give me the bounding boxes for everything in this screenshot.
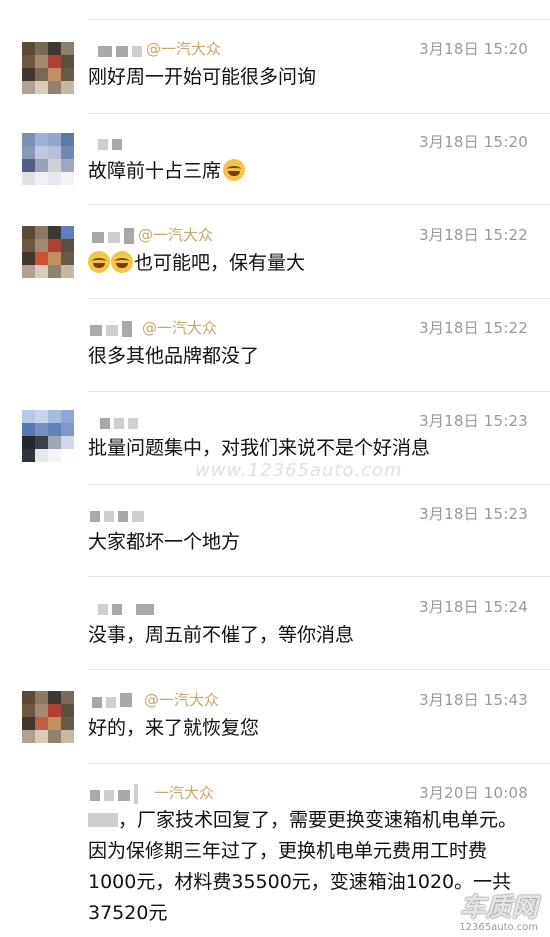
timestamp: 3月18日 15:20 bbox=[419, 133, 528, 151]
divider bbox=[88, 391, 550, 392]
timestamp: 3月18日 15:22 bbox=[419, 226, 528, 244]
mention-tag[interactable]: @一汽大众 bbox=[142, 317, 217, 338]
divider bbox=[88, 113, 550, 114]
timestamp: 3月18日 15:24 bbox=[419, 598, 528, 616]
message-body: 故障前十占三席 bbox=[88, 160, 222, 182]
timestamp: 3月20日 10:08 bbox=[419, 784, 528, 802]
avatar[interactable] bbox=[22, 42, 74, 94]
message-text: 故障前十占三席 bbox=[88, 157, 528, 185]
redacted-name bbox=[88, 813, 118, 827]
watermark: www.12365auto.com bbox=[195, 460, 403, 481]
site-logo: 车质网 12365auto.com bbox=[459, 893, 538, 933]
divider bbox=[88, 484, 550, 485]
timestamp: 3月18日 15:23 bbox=[419, 505, 528, 523]
message-text: 也可能吧，保有量大 bbox=[88, 249, 528, 277]
mention-tag[interactable]: @一汽大众 bbox=[144, 689, 219, 710]
divider bbox=[88, 298, 550, 299]
avatar[interactable] bbox=[22, 410, 74, 462]
message-text: 好的，来了就恢复您 bbox=[88, 717, 260, 739]
message-text: 很多其他品牌都没了 bbox=[88, 345, 260, 367]
laugh-cry-emoji-icon bbox=[88, 251, 110, 273]
timestamp: 3月18日 15:23 bbox=[419, 412, 528, 430]
avatar[interactable] bbox=[22, 226, 74, 278]
mention-tag[interactable]: @一汽大众 bbox=[146, 38, 221, 59]
timestamp: 3月18日 15:43 bbox=[419, 691, 528, 709]
divider bbox=[88, 204, 550, 205]
mention-tag[interactable]: 一汽大众 bbox=[154, 782, 214, 803]
message-text: 大家都坏一个地方 bbox=[88, 531, 241, 553]
message-text: 刚好周一开始可能很多问询 bbox=[88, 66, 317, 88]
divider bbox=[88, 669, 550, 670]
message-text: 没事，周五前不催了，等你消息 bbox=[88, 624, 355, 646]
avatar[interactable] bbox=[22, 691, 74, 743]
timestamp: 3月18日 15:22 bbox=[419, 319, 528, 337]
divider bbox=[88, 763, 550, 764]
divider bbox=[88, 576, 550, 577]
mention-tag[interactable]: @一汽大众 bbox=[138, 224, 213, 245]
top-divider bbox=[88, 19, 550, 20]
laugh-cry-emoji-icon bbox=[223, 159, 246, 181]
message-text: 批量问题集中，对我们来说不是个好消息 bbox=[88, 437, 431, 459]
avatar[interactable] bbox=[22, 133, 74, 185]
message-body: 也可能吧，保有量大 bbox=[134, 252, 306, 274]
laugh-cry-emoji-icon bbox=[111, 251, 133, 273]
timestamp: 3月18日 15:20 bbox=[419, 40, 528, 58]
message-body: ，厂家技术回复了，需要更换变速箱机电单元。因为保修期三年过了，更换机电单元费用工… bbox=[88, 809, 518, 924]
